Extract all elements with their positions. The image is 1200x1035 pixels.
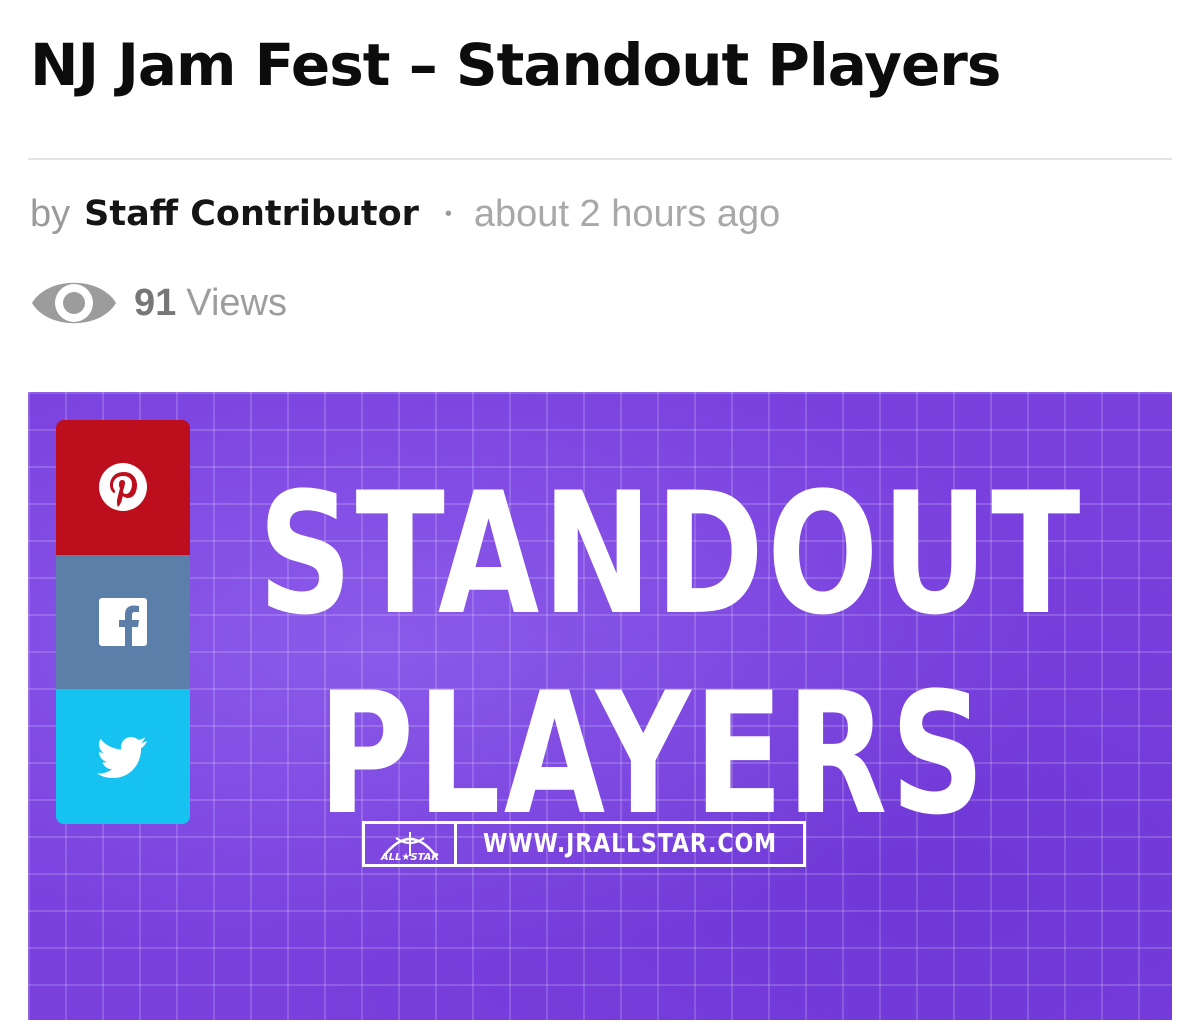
jr-all-star-badge: ALL★STAR (365, 824, 457, 864)
jrallstar-logo: ALL★STAR WWW.JRALLSTAR.COM (362, 821, 806, 867)
byline-prefix: by (30, 192, 71, 235)
jr-all-star-logo: ALL★STAR (379, 832, 439, 862)
views-count: 91 (134, 281, 177, 324)
article-title: NJ Jam Fest – Standout Players (30, 31, 1001, 99)
twitter-share-button[interactable] (56, 689, 190, 824)
pinterest-share-button[interactable] (56, 420, 190, 555)
view-count: 91 Views (28, 268, 287, 338)
twitter-icon (97, 736, 147, 778)
svg-text:ALL★STAR: ALL★STAR (379, 852, 438, 862)
featured-image: STANDOUT PLAYERS (28, 392, 1172, 1020)
facebook-icon (99, 598, 147, 646)
facebook-share-button[interactable] (56, 554, 190, 690)
author-link[interactable]: Staff Contributor (84, 194, 419, 234)
hero-headline-line1: STANDOUT (258, 456, 1084, 652)
views-label: Views (186, 281, 287, 324)
hero-headline: STANDOUT PLAYERS (258, 454, 1084, 854)
publish-time: about 2 hours ago (473, 192, 781, 235)
title-divider (28, 158, 1172, 160)
byline-separator: • (444, 202, 452, 225)
eye-icon (32, 282, 116, 324)
pinterest-icon (99, 463, 147, 512)
byline: by Staff Contributor • about 2 hours ago (30, 186, 780, 242)
share-bar (56, 420, 190, 824)
site-url: WWW.JRALLSTAR.COM (483, 829, 777, 859)
